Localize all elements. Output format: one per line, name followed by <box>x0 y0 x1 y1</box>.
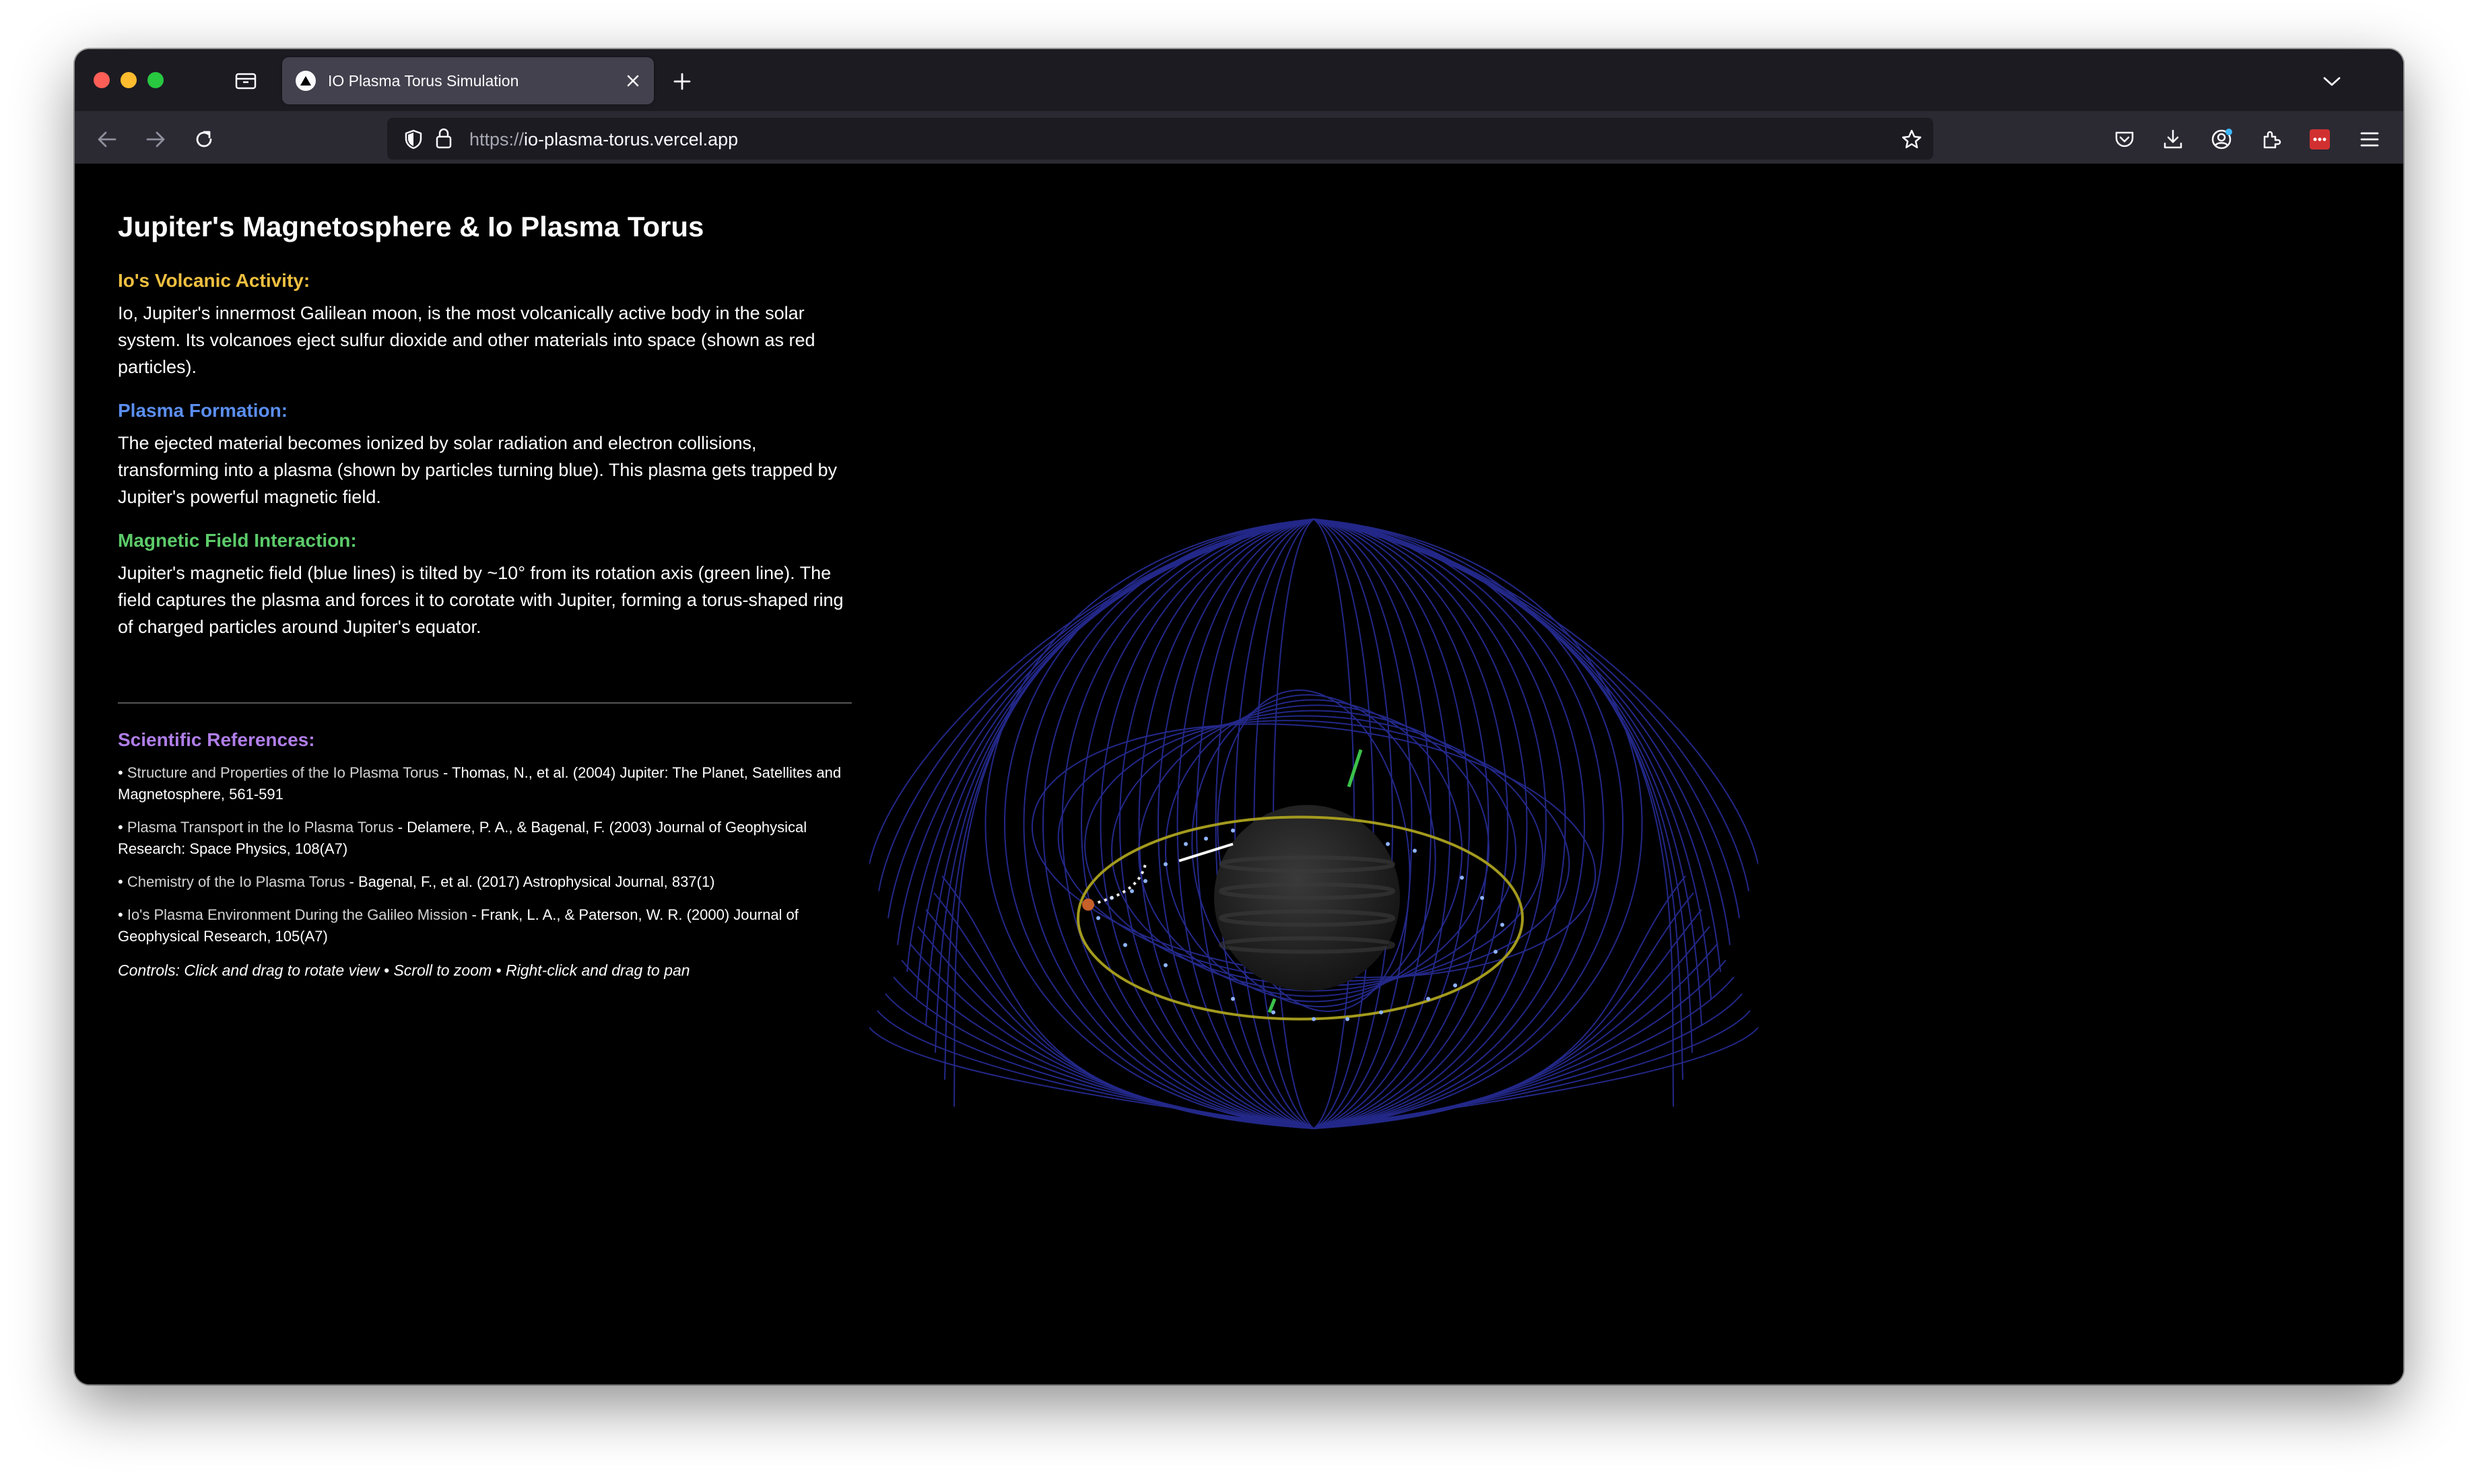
plasma-particle <box>1164 862 1168 867</box>
volcanic-activity-text: Io, Jupiter's innermost Galilean moon, i… <box>118 303 815 377</box>
page-title: Jupiter's Magnetosphere & Io Plasma Toru… <box>118 211 704 242</box>
plasma-particle <box>1271 1010 1275 1015</box>
field-line <box>1313 518 1683 1080</box>
rotation-axis-north <box>1347 749 1363 788</box>
plasma-particle <box>1453 983 1457 988</box>
plasma-particle <box>1096 916 1100 920</box>
plus-icon <box>673 73 691 90</box>
downloads-button[interactable] <box>2157 123 2189 156</box>
tab-io-plasma-torus[interactable]: IO Plasma Torus Simulation <box>282 57 654 104</box>
chevron-down-icon <box>2323 77 2341 86</box>
plasma-particle <box>1426 997 1430 1001</box>
application-menu-button[interactable] <box>2353 123 2386 156</box>
plasma-particle <box>1231 828 1235 833</box>
reference-bullet: • <box>118 819 123 836</box>
reload-icon <box>196 131 212 147</box>
puzzle-piece-icon <box>2263 131 2281 149</box>
plasma-particle <box>1184 842 1188 846</box>
back-button[interactable] <box>91 123 123 156</box>
bookmark-button[interactable] <box>1898 126 1925 153</box>
plasma-particle <box>1164 963 1168 968</box>
simulation-canvas[interactable] <box>869 433 1758 1160</box>
plasma-particle <box>1130 889 1134 893</box>
extensions-button[interactable] <box>2255 123 2287 156</box>
reference-item: • Io's Plasma Environment During the Gal… <box>118 904 852 947</box>
magnetic-field-heading: Magnetic Field Interaction: <box>118 530 357 551</box>
reference-bullet: • <box>118 873 123 890</box>
browser-window: IO Plasma Torus Simulation https://io-pl… <box>75 49 2403 1384</box>
reference-citation: - Bagenal, F., et al. (2017) Astrophysic… <box>345 873 715 890</box>
reload-button[interactable] <box>188 123 220 156</box>
controls-hint: Controls: Click and drag to rotate view … <box>118 962 690 979</box>
plasma-particle <box>1386 842 1390 846</box>
plasma-particle <box>1204 836 1208 841</box>
plasma-formation-heading: Plasma Formation: <box>118 400 288 421</box>
plasma-particle <box>1460 875 1464 880</box>
reference-bullet: • <box>118 764 123 781</box>
url-text: https://io-plasma-torus.vercel.app <box>469 129 738 150</box>
pocket-icon <box>2115 131 2134 147</box>
vercel-favicon-icon <box>296 71 316 91</box>
close-icon <box>627 75 639 87</box>
magnetic-field-text: Jupiter's magnetic field (blue lines) is… <box>118 563 844 637</box>
tab-title: IO Plasma Torus Simulation <box>328 72 519 90</box>
reference-title: Structure and Properties of the Io Plasm… <box>127 764 439 781</box>
io-moon <box>1082 898 1094 911</box>
field-line <box>1313 518 1693 1053</box>
firefox-view-button[interactable] <box>230 67 262 95</box>
reference-title: Chemistry of the Io Plasma Torus <box>127 873 345 890</box>
address-bar[interactable]: https://io-plasma-torus.vercel.app <box>387 118 1933 160</box>
page-content: Jupiter's Magnetosphere & Io Plasma Toru… <box>75 164 2403 1384</box>
window-minimize-button[interactable] <box>121 72 137 88</box>
list-all-tabs-button[interactable] <box>2317 67 2347 96</box>
bitwarden-extension-button[interactable] <box>2304 123 2336 156</box>
plasma-particle <box>1143 879 1147 883</box>
volcanic-activity-heading: Io's Volcanic Activity: <box>118 270 310 291</box>
reference-item: • Structure and Properties of the Io Pla… <box>118 762 852 805</box>
window-close-button[interactable] <box>94 72 110 88</box>
password-manager-icon <box>2310 129 2330 149</box>
star-icon <box>1902 129 1922 149</box>
forward-button[interactable] <box>139 123 172 156</box>
plasma-particle <box>1312 1017 1316 1021</box>
reference-title: Io's Plasma Environment During the Galil… <box>127 906 468 923</box>
window-maximize-button[interactable] <box>147 72 164 88</box>
new-tab-button[interactable] <box>667 67 697 96</box>
section-divider <box>118 702 852 704</box>
field-line <box>944 518 1314 1080</box>
reference-bullet: • <box>118 906 123 923</box>
plasma-formation-text: The ejected material becomes ionized by … <box>118 433 838 507</box>
plasma-particle <box>1480 896 1484 900</box>
ejected-particle-trail <box>1091 863 1147 906</box>
firefox-view-icon <box>235 73 257 90</box>
arrow-right-icon <box>146 131 165 147</box>
rotation-axis-south <box>1267 998 1277 1013</box>
field-line <box>885 993 1314 1129</box>
account-icon <box>2211 129 2232 149</box>
download-icon <box>2164 129 2182 149</box>
url-host: io-plasma-torus.vercel.app <box>524 129 739 149</box>
tab-strip: IO Plasma Torus Simulation <box>75 49 2403 111</box>
hamburger-menu-icon <box>2360 132 2379 147</box>
plasma-particle <box>1123 943 1127 947</box>
lock-icon[interactable] <box>434 127 453 150</box>
plasma-particle <box>1413 848 1417 853</box>
plasma-particle <box>1345 1017 1349 1021</box>
plasma-particle <box>1231 997 1235 1001</box>
arrow-left-icon <box>98 131 116 147</box>
plasma-particle <box>1494 949 1498 954</box>
tab-close-button[interactable] <box>622 69 644 92</box>
plasma-particle <box>1379 1010 1383 1015</box>
plasma-particle <box>1500 922 1504 927</box>
pocket-button[interactable] <box>2108 123 2141 156</box>
url-scheme: https:// <box>469 129 525 149</box>
tracking-protection-shield-icon[interactable] <box>403 129 424 150</box>
reference-item: • Plasma Transport in the Io Plasma Toru… <box>118 817 852 860</box>
references-heading: Scientific References: <box>118 729 315 750</box>
reference-item: • Chemistry of the Io Plasma Torus - Bag… <box>118 871 852 893</box>
account-button[interactable] <box>2205 123 2238 156</box>
reference-title: Plasma Transport in the Io Plasma Torus <box>127 819 394 836</box>
